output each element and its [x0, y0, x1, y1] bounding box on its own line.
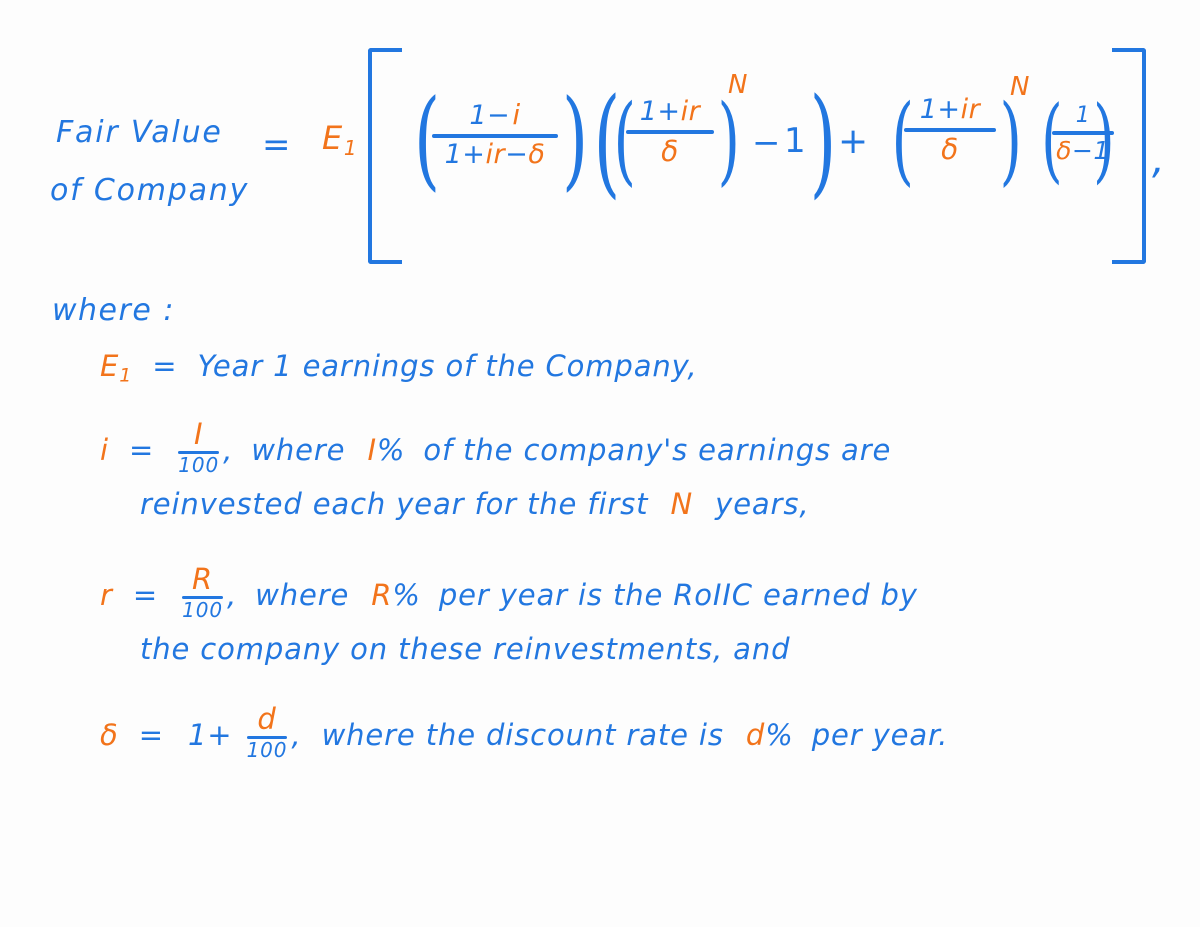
definition-i-comma: ,	[223, 432, 234, 467]
definition-E1: E1 = Year 1 earnings of the Company,	[100, 352, 697, 385]
group2-num-one: 1+	[639, 96, 681, 127]
group3-fraction: 1+ir δ	[904, 94, 996, 167]
definition-delta-equals: =	[138, 717, 164, 752]
definition-r-continued: the company on these reinvestments, and	[140, 635, 790, 664]
definition-delta-text-b: per year.	[811, 717, 949, 752]
definition-r-percent: %	[392, 577, 421, 612]
definition-r-text-b: per year is the RoIIC earned by	[438, 577, 918, 612]
definition-E1-symbol: E	[100, 349, 120, 383]
formula-lhs-line-1: Fair Value	[56, 115, 223, 150]
group1-paren-close: )	[562, 77, 589, 202]
group2-num-ir: ir	[680, 96, 701, 127]
group3-numerator: 1+ir	[904, 94, 996, 125]
definition-r-fraction: R 100	[182, 565, 223, 620]
group1-den-one: 1+	[444, 139, 486, 171]
definition-delta-symbol: δ	[100, 717, 119, 752]
definition-r-frac-denominator: 100	[182, 598, 223, 622]
definition-delta-frac-numerator: d	[257, 702, 277, 736]
definition-E1-text: Year 1 earnings of the Company,	[197, 349, 698, 383]
group4-den-delta: δ	[1056, 136, 1072, 166]
group3-paren-close: )	[999, 84, 1022, 196]
definition-delta-lead: 1+	[187, 717, 233, 752]
group2-fraction-bar	[626, 130, 714, 135]
definition-i-highlight-I: I	[367, 432, 377, 467]
definition-delta-fraction: d 100	[246, 702, 288, 762]
definition-i-cont-highlight-N: N	[670, 487, 694, 521]
definition-i-cont-text-a: reinvested each year for the first	[140, 487, 649, 521]
definition-r: r = R 100 , where R% per year is the RoI…	[100, 565, 918, 621]
group2-inner-paren-close: )	[717, 84, 740, 196]
group1-numerator: 1−i	[432, 100, 558, 130]
group3-num-ir: ir	[960, 94, 981, 125]
definition-E1-subscript: 1	[119, 364, 133, 387]
definition-i-frac-denominator: 100	[178, 453, 220, 477]
group2-outer-paren-close: )	[809, 72, 837, 210]
group3-exponent-N: N	[1010, 72, 1030, 102]
definition-r-equals: =	[132, 577, 159, 612]
definition-r-highlight-R: R	[371, 577, 393, 612]
definition-r-symbol: r	[100, 577, 113, 612]
group4-paren-close: )	[1093, 86, 1115, 193]
definition-i-cont-text-b: years,	[715, 487, 810, 521]
formula-lhs-line-2: of Company	[50, 173, 250, 208]
definition-i-fraction: I 100	[178, 417, 220, 477]
definition-delta-highlight-d: d	[745, 717, 766, 752]
definition-delta-frac-denominator: 100	[246, 738, 288, 762]
group1-den-delta: δ	[528, 139, 546, 171]
formula-trailing-comma: ,	[1152, 137, 1166, 183]
formula-bracket-open-icon	[368, 48, 402, 264]
definition-i: i = I 100 , where I% of the company's ea…	[100, 417, 892, 477]
definition-E1-equals: =	[152, 349, 178, 383]
group2-minus-sign: −	[752, 123, 782, 163]
group1-fraction-bar	[432, 134, 558, 139]
definition-i-equals: =	[129, 432, 155, 467]
group2-fraction: 1+ir δ	[626, 96, 714, 169]
group2-minus-one: 1	[784, 121, 807, 161]
definition-i-percent: %	[376, 432, 406, 467]
group3-denominator: δ	[941, 133, 959, 167]
formula-plus-sign: +	[838, 121, 869, 162]
definition-r-text-a: where	[255, 577, 350, 612]
group1-denominator: 1+ir−δ	[432, 141, 558, 169]
definition-i-text-a: where	[251, 432, 346, 467]
group1-num-minus: −	[487, 100, 513, 131]
definition-i-text-b: of the company's earnings are	[423, 432, 892, 467]
group2-exponent-N: N	[728, 70, 748, 100]
group4-den-minus: −	[1071, 136, 1094, 166]
where-label: where :	[52, 293, 175, 328]
formula-equals-sign: =	[262, 125, 292, 165]
group2-denominator: δ	[661, 135, 679, 169]
formula-bracket-close-icon	[1112, 48, 1146, 264]
definition-delta: δ = 1+ d 100 , where the discount rate i…	[100, 702, 949, 762]
definition-i-continued: reinvested each year for the first N yea…	[140, 490, 809, 519]
group3-fraction-bar	[904, 128, 996, 133]
definition-r-comma: ,	[226, 577, 238, 612]
group1-num-var-i: i	[512, 98, 521, 131]
group1-den-ir: ir	[485, 139, 506, 171]
formula-E1-factor: E1	[322, 122, 357, 158]
definition-i-frac-numerator: I	[193, 417, 204, 451]
whiteboard-canvas: Fair Value of Company = E1 , ( 1−i 1+ir−…	[0, 0, 1200, 927]
definition-r-cont-text: the company on these reinvestments, and	[140, 632, 791, 666]
definition-delta-text-a: where the discount rate is	[321, 717, 724, 752]
group1-den-minus: −	[505, 139, 529, 171]
definition-delta-percent: %	[765, 717, 794, 752]
group1-fraction: 1−i 1+ir−δ	[432, 100, 558, 170]
definition-i-symbol: i	[100, 432, 109, 467]
definition-delta-comma: ,	[291, 717, 302, 752]
group2-numerator: 1+ir	[626, 96, 714, 127]
definition-r-frac-numerator: R	[192, 562, 214, 596]
formula-E1-subscript: 1	[343, 135, 358, 160]
group1-num-one: 1	[469, 100, 488, 131]
group3-num-one: 1+	[919, 94, 961, 125]
formula-E1-symbol: E	[322, 119, 343, 157]
